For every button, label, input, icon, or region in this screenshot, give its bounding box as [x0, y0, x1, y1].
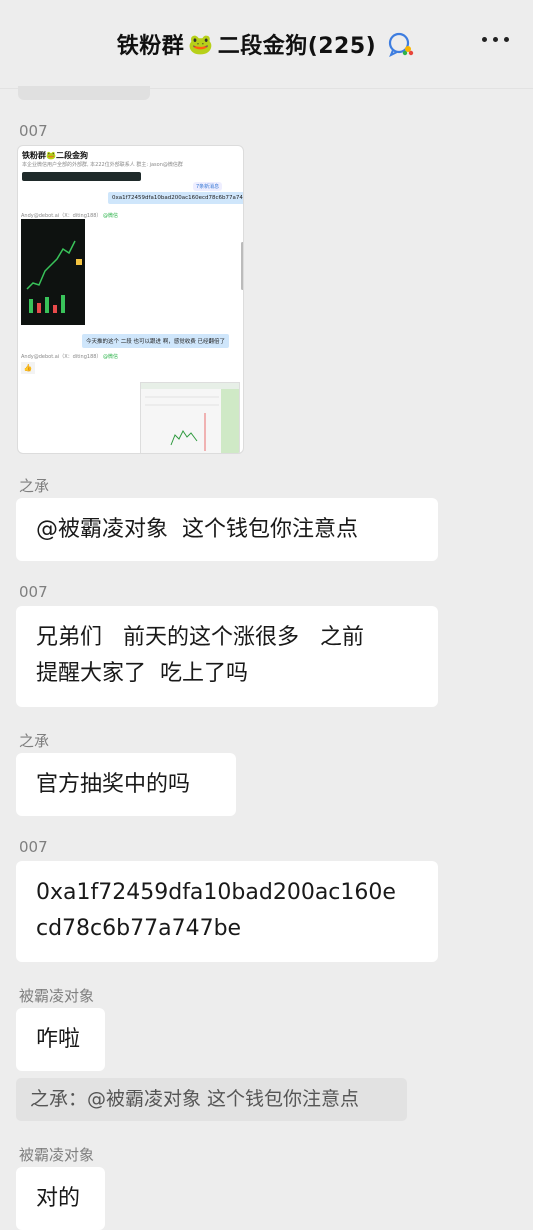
message-bubble[interactable]: 对的 — [16, 1167, 105, 1230]
thumb-new-messages: 7条新消息 — [193, 182, 223, 191]
wecom-chat-icon — [389, 32, 414, 57]
thumb-note-bubble: 今天推的这个 二段 也可以跟进 啊，感觉收费 已经翻倍了 — [82, 334, 229, 348]
thumb-price-chart — [140, 382, 240, 453]
message-sender: 007 — [19, 583, 48, 601]
thumb-sender-name-2: Andy@debot.ai（X：diting188） @微信 — [21, 354, 119, 360]
message-bubble[interactable]: @被霸凌对象 这个钱包你注意点 — [16, 498, 438, 561]
thumb-scrollbar — [241, 242, 243, 290]
message-sender: 被霸凌对象 — [19, 987, 95, 1005]
thumb-subtitle: 本企业微信用户全部的外部群, 本222位外部联系人 群主: jason@微信群 — [22, 162, 183, 168]
message-bubble[interactable]: 0xa1f72459dfa10bad200ac160e cd78c6b77a74… — [16, 861, 438, 962]
message-sender: 被霸凌对象 — [19, 1146, 95, 1164]
chat-title-suffix: 二段金狗(225) — [217, 34, 377, 59]
message-bubble[interactable]: 咋啦 — [16, 1008, 105, 1071]
chat-title[interactable]: 铁粉群 🐸 二段金狗(225) — [117, 28, 416, 60]
frog-emoji-icon: 🐸 — [188, 32, 214, 56]
message-sender: 之承 — [19, 732, 50, 750]
message-sender: 之承 — [19, 477, 50, 495]
message-bubble[interactable]: 官方抽奖中的吗 — [16, 753, 236, 816]
thumb-sender-name: Andy@debot.ai（X：diting188） @微信 — [21, 213, 119, 219]
thumb-toolbar — [22, 172, 141, 181]
thumb-address-bubble: 0xa1f72459dfa10bad200ac160ecd78c6b77a747… — [108, 192, 243, 204]
message-bubble[interactable]: 兄弟们 前天的这个涨很多 之前 提醒大家了 吃上了吗 — [16, 606, 438, 707]
message-sender: 007 — [19, 838, 48, 856]
more-options-icon[interactable] — [482, 37, 509, 42]
quoted-message[interactable]: 之承：@被霸凌对象 这个钱包你注意点 — [16, 1078, 407, 1121]
thumbs-up-icon: 👍 — [21, 362, 35, 374]
message-sender: 007 — [19, 122, 48, 140]
chat-header: 铁粉群 🐸 二段金狗(225) — [0, 0, 533, 89]
chat-title-prefix: 铁粉群 — [116, 34, 185, 59]
previous-message-bubble — [18, 86, 150, 100]
screenshot-image-message[interactable]: 铁粉群🐸二段金狗 本企业微信用户全部的外部群, 本222位外部联系人 群主: j… — [17, 145, 244, 454]
thumb-candle-chart — [21, 219, 85, 325]
thumb-title: 铁粉群🐸二段金狗 — [22, 151, 88, 160]
